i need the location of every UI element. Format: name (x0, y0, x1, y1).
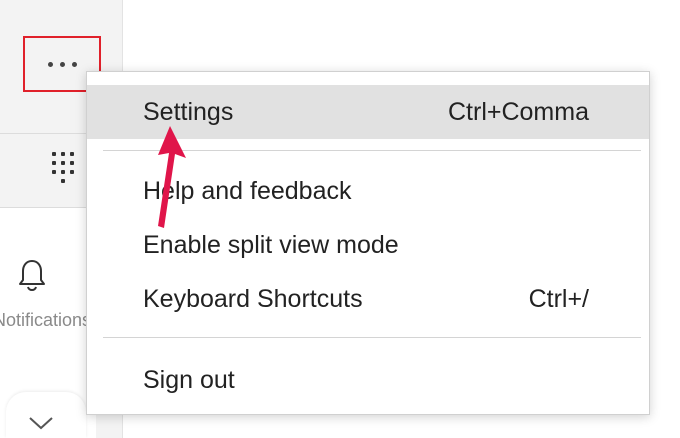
menu-item-shortcut: Ctrl+Comma (448, 97, 589, 126)
menu-item-label: Keyboard Shortcuts (143, 284, 363, 313)
dialpad-dot (70, 152, 74, 156)
dialpad-dot (70, 161, 74, 165)
dialpad-dot (52, 170, 56, 174)
dialpad-dot (70, 170, 74, 174)
dialpad-dot (52, 161, 56, 165)
dialpad-dot (61, 152, 65, 156)
dialpad-icon[interactable] (52, 152, 78, 186)
chevron-down-icon (29, 417, 53, 430)
menu-separator (103, 337, 641, 338)
more-options-dot (71, 61, 77, 67)
menu-item-label: Sign out (143, 365, 235, 394)
notifications-label[interactable]: Notifications (0, 310, 96, 331)
annotation-arrow-icon (158, 126, 186, 228)
dialpad-dot (61, 170, 65, 174)
bell-icon[interactable] (17, 258, 47, 294)
dialpad-dot (52, 152, 56, 156)
menu-item-keyboard-shortcuts[interactable]: Keyboard Shortcuts Ctrl+/ (87, 272, 649, 326)
dialpad-dot (61, 179, 65, 183)
menu-item-sign-out[interactable]: Sign out (87, 353, 649, 407)
dialpad-dot (61, 161, 65, 165)
expand-button[interactable] (6, 392, 86, 438)
menu-item-shortcut: Ctrl+/ (528, 284, 589, 313)
more-options-dot (59, 61, 65, 67)
more-options-icon (47, 61, 53, 67)
